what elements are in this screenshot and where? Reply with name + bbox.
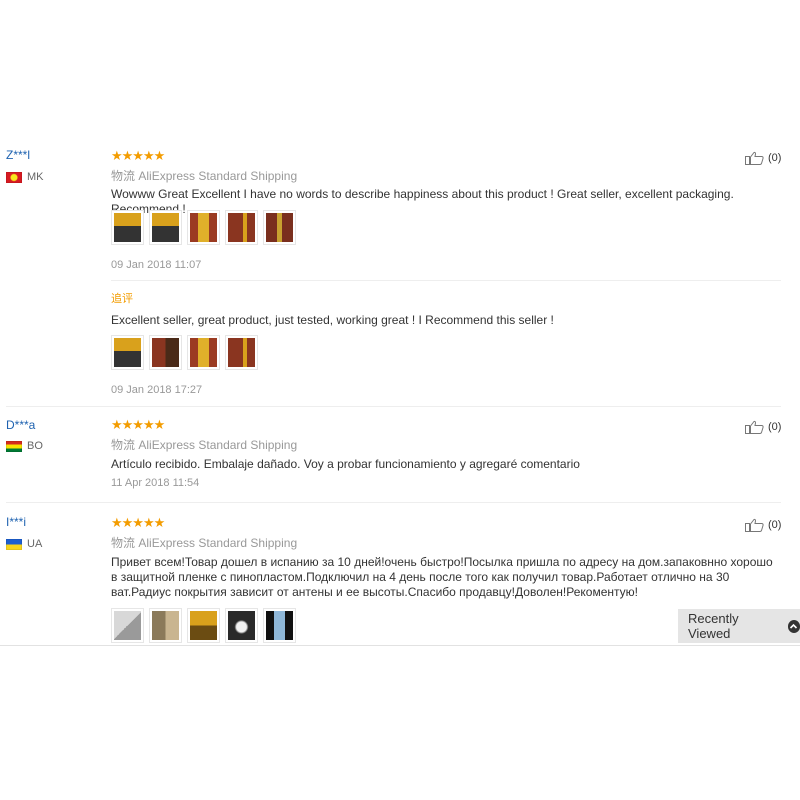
helpful-button[interactable]: (0) — [745, 518, 781, 532]
review-photo[interactable] — [111, 335, 144, 370]
thumbs-up-icon — [745, 151, 764, 165]
helpful-count: (0) — [768, 152, 782, 164]
recently-viewed-label: Recently Viewed — [688, 611, 739, 641]
review-photo[interactable] — [187, 335, 220, 370]
shipping-name: AliExpress Standard Shipping — [138, 438, 298, 452]
review-date: 11 Apr 2018 11:54 — [111, 477, 200, 489]
review-photo[interactable] — [263, 210, 296, 245]
country-code: MK — [27, 171, 44, 183]
country-code: BO — [27, 440, 43, 452]
helpful-button[interactable]: (0) — [745, 420, 781, 434]
followup-photos — [111, 335, 258, 370]
review-divider — [6, 406, 781, 407]
chevron-up-icon — [787, 619, 800, 633]
review-date: 09 Jan 2018 11:07 — [111, 259, 202, 271]
review-text: Привет всем!Товар дошел в испанию за 10 … — [111, 555, 773, 599]
reviewer-country: MK — [6, 171, 44, 183]
review-photo[interactable] — [225, 335, 258, 370]
page-bottom-edge — [0, 645, 800, 646]
review-photos — [111, 210, 296, 245]
rating-stars: ★★★★★ — [111, 148, 165, 163]
review-photo[interactable] — [187, 210, 220, 245]
flag-bo-icon — [6, 440, 22, 452]
review-photo[interactable] — [149, 335, 182, 370]
review-text: Artículo recibido. Embalaje dañado. Voy … — [111, 457, 580, 471]
reviewer-name[interactable]: Z***l — [6, 148, 30, 162]
shipping-method: 物流 AliExpress Standard Shipping — [111, 436, 297, 453]
shipping-name: AliExpress Standard Shipping — [138, 169, 298, 183]
shipping-name: AliExpress Standard Shipping — [138, 536, 298, 550]
rating-stars: ★★★★★ — [111, 417, 165, 432]
shipping-prefix: 物流 — [111, 438, 136, 452]
review-photo[interactable] — [263, 608, 296, 643]
helpful-count: (0) — [768, 421, 782, 433]
shipping-prefix: 物流 — [111, 169, 136, 183]
shipping-method: 物流 AliExpress Standard Shipping — [111, 167, 297, 184]
shipping-method: 物流 AliExpress Standard Shipping — [111, 534, 297, 551]
reviewer-name[interactable]: D***a — [6, 418, 35, 432]
review-photos — [111, 608, 296, 643]
rating-stars: ★★★★★ — [111, 515, 165, 530]
thumbs-up-icon — [745, 518, 764, 532]
review-photo[interactable] — [225, 608, 258, 643]
thumbs-up-icon — [745, 420, 764, 434]
flag-mk-icon — [6, 171, 22, 183]
review-divider — [6, 502, 781, 503]
followup-date: 09 Jan 2018 17:27 — [111, 384, 203, 396]
reviewer-name[interactable]: I***i — [6, 515, 26, 529]
recently-viewed-button[interactable]: Recently Viewed — [678, 609, 800, 643]
review-photo[interactable] — [149, 608, 182, 643]
flag-ua-icon — [6, 538, 22, 550]
helpful-count: (0) — [768, 519, 782, 531]
shipping-prefix: 物流 — [111, 536, 136, 550]
review-photo[interactable] — [187, 608, 220, 643]
followup-text: Excellent seller, great product, just te… — [111, 313, 554, 327]
review-photo[interactable] — [111, 608, 144, 643]
review-photo[interactable] — [225, 210, 258, 245]
followup-divider — [111, 280, 781, 281]
review-photo[interactable] — [149, 210, 182, 245]
helpful-button[interactable]: (0) — [745, 151, 781, 165]
review-photo[interactable] — [111, 210, 144, 245]
country-code: UA — [27, 538, 43, 550]
reviewer-country: UA — [6, 538, 42, 550]
followup-label: 追评 — [111, 293, 133, 305]
reviewer-country: BO — [6, 440, 43, 452]
